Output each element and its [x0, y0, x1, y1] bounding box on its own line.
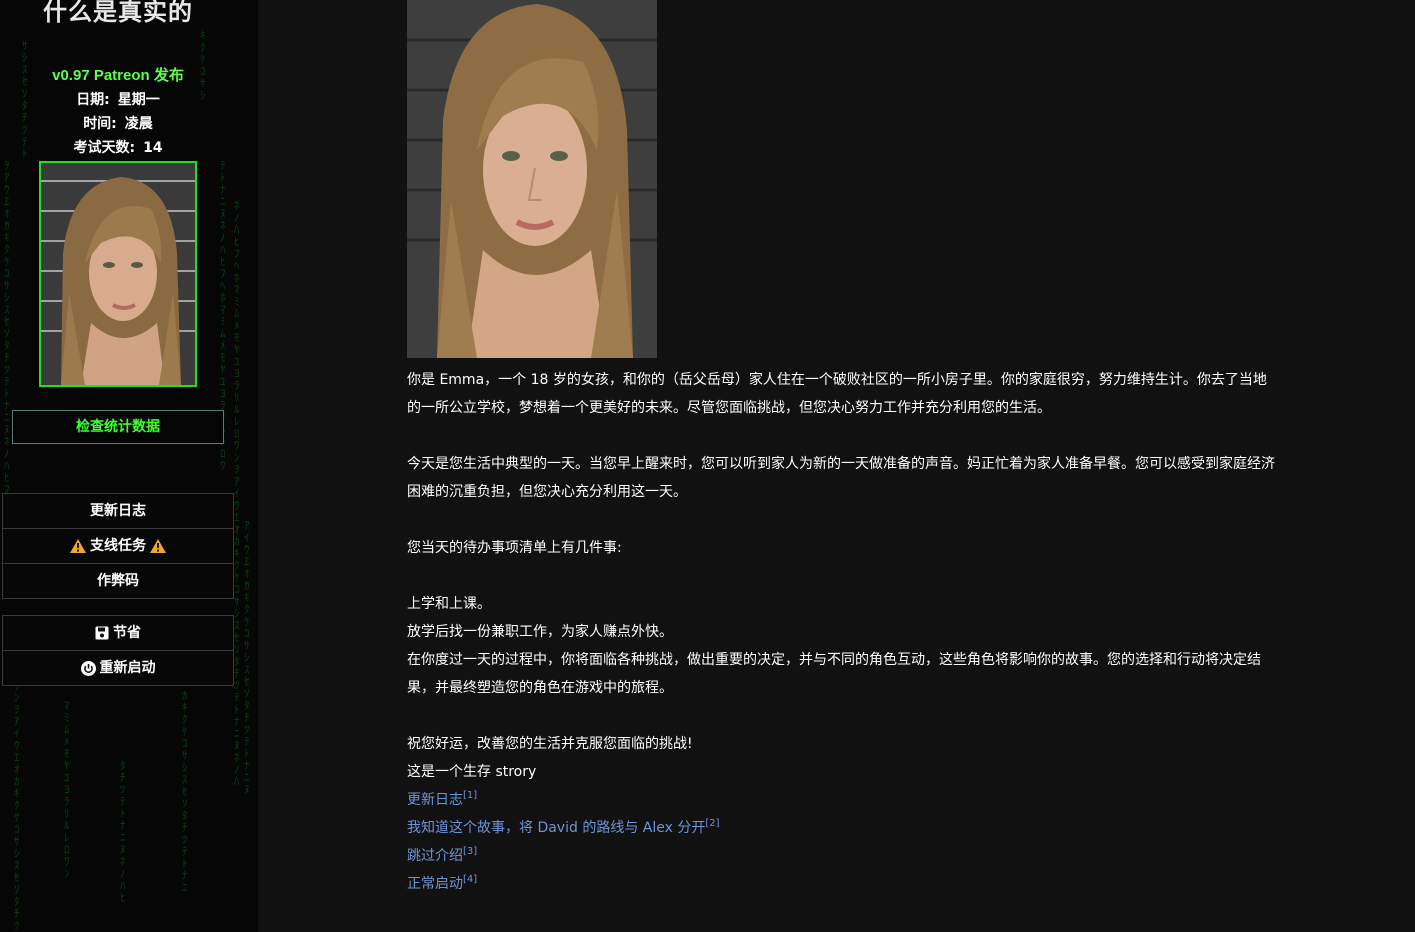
time-label: 时间: — [83, 116, 117, 132]
save-label: 节省 — [113, 625, 141, 641]
changelog-button[interactable]: 更新日志 — [3, 494, 233, 529]
exam-days-label: 考试天数: — [73, 140, 136, 156]
todo-heading: 您当天的待办事项清单上有几件事: — [407, 540, 622, 556]
character-photo-image — [407, 0, 657, 358]
story-text: 你是 Emma，一个 18 岁的女孩，和你的（岳父岳母）家人住在一个破败社区的一… — [407, 366, 1279, 898]
menu-group-primary: 更新日志 支线任务 作弊码 — [2, 493, 234, 599]
menu-group-system: 节省 重新启动 — [2, 615, 234, 686]
sidebar: ｦｱｳｴｵｶｷｸｹｺｻｼｽｾｿﾀﾁﾂﾃﾄﾅﾆﾇﾈﾉﾊﾋﾌﾍﾎﾏﾐﾑﾒﾓ ﾗﾘﾙﾚ… — [0, 0, 258, 932]
choice-ref: [1] — [463, 790, 478, 801]
warning-icon — [70, 539, 86, 553]
survival-note: 这是一个生存 strory — [407, 764, 537, 780]
todo-item: 放学后找一份兼职工作，为家人赚点外快。 — [407, 624, 673, 640]
choice-link-label: 跳过介绍 — [407, 848, 463, 864]
cheats-button[interactable]: 作弊码 — [3, 564, 233, 598]
todo-item: 上学和上课。 — [407, 596, 491, 612]
choice-link-changelog[interactable]: 更新日志[1] — [407, 790, 478, 809]
status-panel: v0.97 Patreon 发布 日期: 星期一 时间: 凌晨 考试天数: 14 — [0, 64, 236, 160]
time-value: 凌晨 — [124, 116, 153, 132]
warning-icon — [150, 539, 166, 553]
choice-ref: [4] — [463, 874, 478, 885]
save-button[interactable]: 节省 — [3, 616, 233, 651]
choice-link-normal-start[interactable]: 正常启动[4] — [407, 874, 478, 893]
power-icon — [80, 660, 96, 676]
game-title: 什么是真实的 — [43, 0, 193, 26]
date-row: 日期: 星期一 — [0, 88, 236, 112]
check-stats-button[interactable]: 检查统计数据 — [12, 410, 224, 444]
app-root: ｦｱｳｴｵｶｷｸｹｺｻｼｽｾｿﾀﾁﾂﾃﾄﾅﾆﾇﾈﾉﾊﾋﾌﾍﾎﾏﾐﾑﾒﾓ ﾗﾘﾙﾚ… — [0, 0, 1415, 932]
character-photo — [407, 0, 657, 358]
date-label: 日期: — [76, 92, 110, 108]
choice-link-label: 我知道这个故事，将 David 的路线与 Alex 分开 — [407, 820, 706, 836]
story-panel: 你是 Emma，一个 18 岁的女孩，和你的（岳父岳母）家人住在一个破败社区的一… — [258, 0, 1415, 932]
time-row: 时间: 凌晨 — [0, 112, 236, 136]
choice-link-label: 更新日志 — [407, 792, 463, 808]
cheats-label: 作弊码 — [97, 573, 139, 589]
date-value: 星期一 — [117, 92, 160, 108]
choice-ref: [3] — [463, 846, 478, 857]
changelog-label: 更新日志 — [90, 503, 146, 519]
exam-days-row: 考试天数: 14 — [0, 136, 236, 160]
character-portrait — [39, 161, 197, 387]
restart-button[interactable]: 重新启动 — [3, 651, 233, 685]
choice-link-label: 正常启动 — [407, 876, 463, 892]
intro-paragraph: 你是 Emma，一个 18 岁的女孩，和你的（岳父岳母）家人住在一个破败社区的一… — [407, 372, 1267, 416]
choice-ref: [2] — [705, 818, 720, 829]
version-label: v0.97 Patreon 发布 — [52, 67, 184, 84]
todo-item: 在你度过一天的过程中，你将面临各种挑战，做出重要的决定，并与不同的角色互动，这些… — [407, 652, 1261, 696]
side-quests-label: 支线任务 — [90, 538, 146, 554]
choice-link-separate-routes[interactable]: 我知道这个故事，将 David 的路线与 Alex 分开[2] — [407, 818, 720, 837]
floppy-disk-icon — [95, 626, 109, 640]
exam-days-value: 14 — [143, 140, 163, 156]
good-luck-text: 祝您好运，改善您的生活并克服您面临的挑战! — [407, 736, 693, 752]
portrait-image — [41, 163, 195, 385]
choice-link-skip-intro[interactable]: 跳过介绍[3] — [407, 846, 478, 865]
restart-label: 重新启动 — [99, 660, 156, 676]
side-quests-button[interactable]: 支线任务 — [3, 529, 233, 564]
morning-paragraph: 今天是您生活中典型的一天。当您早上醒来时，您可以听到家人为新的一天做准备的声音。… — [407, 456, 1275, 500]
